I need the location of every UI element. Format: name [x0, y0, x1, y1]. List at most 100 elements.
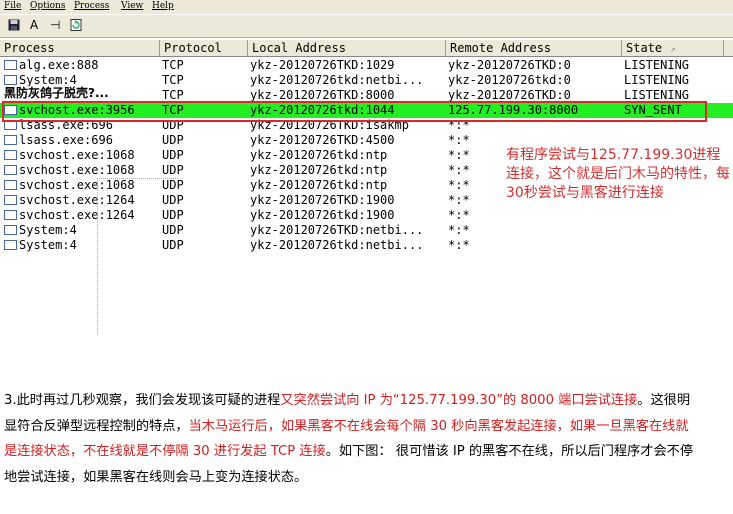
table-row[interactable]: alg.exe:888 TCP ykz-20120726TKD:1029 ykz-20… — [0, 58, 733, 73]
cell-text: TCP — [162, 73, 184, 87]
cell-remote: ykz-20120726TKD:0 — [448, 58, 571, 73]
cell-text: ykz-20120726TKD:4500 — [250, 133, 395, 147]
cell-remote: *:* — [448, 208, 470, 223]
pin-arrow-button[interactable]: ⊣ — [50, 18, 60, 32]
cell-local: ykz-20120726tkd:ntp — [250, 163, 387, 178]
process-window-icon — [4, 210, 17, 220]
cell-protocol: TCP — [162, 73, 184, 88]
cell-text: *:* — [448, 238, 470, 252]
cell-text: System:4 — [19, 73, 77, 87]
cell-text: LISTENING — [624, 73, 690, 87]
menu-help[interactable]: Help — [152, 1, 174, 11]
cell-local: ykz-20120726TKD:1029 — [250, 58, 395, 73]
col-protocol[interactable]: Protocol — [160, 40, 248, 56]
cell-text: ykz-20120726tkd:netbi... — [250, 238, 424, 252]
cell-text: ykz-20120726TKD:0 — [448, 88, 571, 102]
cell-protocol: TCP — [162, 58, 184, 73]
cell-text: *:* — [448, 208, 470, 222]
cell-text: ykz-20120726tkd:ntp — [250, 178, 388, 192]
cell-text: ykz-20120726tkd:netbi... — [250, 73, 424, 87]
menu-options[interactable]: Options — [30, 1, 65, 11]
cell-local: ykz-20120726TKD:4500 — [250, 133, 395, 148]
cell-text: ykz-20120726tkd:ntp — [250, 163, 388, 177]
cell-text: *:* — [448, 148, 470, 162]
col-remote-address[interactable]: Remote Address — [446, 40, 622, 56]
cell-remote: *:* — [448, 133, 470, 148]
cell-local: ykz-20120726tkd:netbi... — [250, 238, 423, 253]
menu-view[interactable]: View — [121, 1, 143, 11]
cell-local: ykz-20120726tkd:ntp — [250, 148, 387, 163]
process-window-icon — [4, 180, 17, 190]
cell-text: *:* — [448, 133, 470, 147]
cell-remote: *:* — [448, 163, 470, 178]
save-icon[interactable] — [8, 19, 20, 31]
menu-process[interactable]: Process — [74, 1, 109, 11]
cell-local: ykz-20120726tkd:1900 — [250, 208, 395, 223]
menu-file[interactable]: File — [4, 1, 21, 11]
article-paragraph: 3.此时再过几秒观察，我们会发现该可疑的进程又突然尝试向 IP 为“125.77… — [4, 388, 694, 490]
cell-text: UDP — [162, 148, 184, 162]
cell-text: svchost.exe:1068 — [19, 148, 135, 162]
col-process[interactable]: Process — [0, 40, 160, 56]
font-a-button[interactable]: A — [30, 18, 38, 32]
cell-remote: *:* — [448, 178, 470, 193]
process-window-icon — [4, 240, 17, 250]
cell-process: System:4 — [4, 223, 77, 238]
highlight-annotation-box — [2, 101, 707, 122]
process-window-icon — [4, 150, 17, 160]
cell-remote: *:* — [448, 223, 470, 238]
col-state[interactable]: State ↗ — [622, 40, 724, 56]
cell-local: ykz-20120726tkd:netbi... — [250, 73, 423, 88]
cell-text: TCP — [162, 88, 184, 102]
cell-remote: *:* — [448, 148, 470, 163]
cell-text: TCP — [162, 58, 184, 72]
cell-process: System:4 — [4, 238, 77, 253]
column-header-row: Process Protocol Local Address Remote Ad… — [0, 40, 733, 57]
dotted-selection — [97, 178, 178, 335]
cell-local: ykz-20120726tkd:ntp — [250, 178, 387, 193]
sort-arrow-icon: ↗ — [670, 45, 676, 55]
cell-text: ykz-20120726TKD:8000 — [250, 88, 395, 102]
annotation-callout: 有程序尝试与125.77.199.30进程连接，这个就是后门木马的特性，每30秒… — [506, 147, 730, 201]
para-seg-2: 又突然尝试向 IP 为“125.77.199.30”的 8000 端口尝试连接 — [280, 393, 638, 408]
cell-process: svchost.exe:1068 — [4, 163, 135, 178]
process-window-icon — [4, 165, 17, 175]
cell-protocol: UDP — [162, 163, 184, 178]
toolbar: A ⊣ — [0, 15, 733, 38]
cell-text: LISTENING — [624, 58, 690, 72]
cell-text: *:* — [448, 163, 470, 177]
overlay-label: 黑防灰鸽子脱壳?... — [4, 86, 109, 100]
cell-process: alg.exe:888 — [4, 58, 98, 73]
cell-text: System:4 — [19, 238, 77, 252]
refresh-icon[interactable] — [70, 19, 82, 31]
cell-remote: *:* — [448, 193, 470, 208]
cell-text: ykz-20120726tkd:ntp — [250, 148, 388, 162]
cell-local: ykz-20120726TKD:netbi... — [250, 223, 423, 238]
cell-local: ykz-20120726TKD:1900 — [250, 193, 395, 208]
cell-text: ykz-20120726tkd:0 — [448, 73, 571, 87]
cell-text: UDP — [162, 133, 184, 147]
col-local-address[interactable]: Local Address — [248, 40, 446, 56]
para-seg-1: 3.此时再过几秒观察，我们会发现该可疑的进程 — [4, 393, 281, 408]
cell-text: ykz-20120726TKD:0 — [448, 58, 571, 72]
cell-text: ykz-20120726TKD:netbi... — [250, 223, 424, 237]
cell-state: LISTENING — [624, 73, 689, 88]
cell-text: UDP — [162, 163, 184, 177]
process-window-icon — [4, 225, 17, 235]
process-window-icon — [4, 135, 17, 145]
cell-text: svchost.exe:1068 — [19, 163, 135, 177]
cell-process: lsass.exe:696 — [4, 133, 113, 148]
cell-protocol: UDP — [162, 148, 184, 163]
cell-text: *:* — [448, 223, 470, 237]
cell-text: alg.exe:888 — [19, 58, 99, 72]
cell-state: LISTENING — [624, 58, 689, 73]
cell-process: svchost.exe:1068 — [4, 148, 135, 163]
cell-text: ykz-20120726TKD:1900 — [250, 193, 395, 207]
process-window-icon — [4, 75, 17, 85]
cell-text: LISTENING — [624, 88, 690, 102]
menu-bar: File Options Process View Help — [0, 0, 733, 14]
table-row[interactable]: System:4 TCP ykz-20120726tkd:netbi... ykz-2… — [0, 73, 733, 88]
cell-remote: *:* — [448, 238, 470, 253]
cell-text: System:4 — [19, 223, 77, 237]
process-window-icon — [4, 195, 17, 205]
